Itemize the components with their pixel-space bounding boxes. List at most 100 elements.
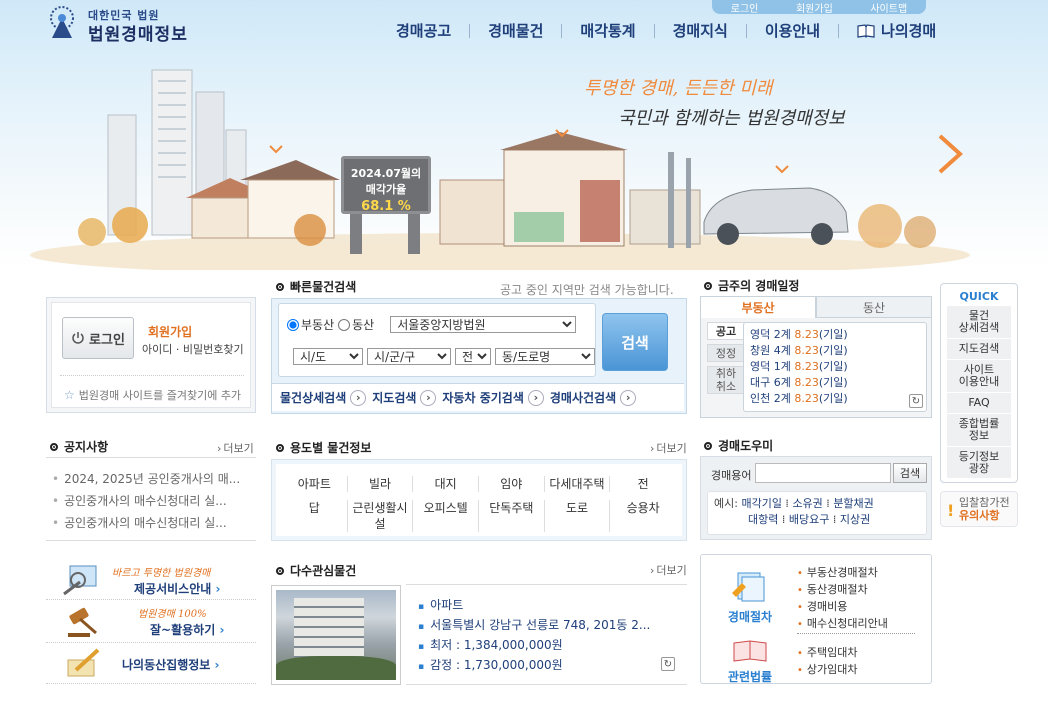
service-info-link[interactable]: 바르고 투명한 법원경매 제공서비스안내 [46,560,256,600]
quick-menu-item[interactable]: 물건 상세검색 [947,306,1011,339]
quick-menu-item[interactable]: 등기정보 광장 [947,447,1011,480]
vehicle-search-link[interactable]: 자동차 중기검색 › [442,389,544,406]
quick-menu-list: 물건 상세검색 지도검색 사이트 이용안내 FAQ 종합법률 정보 등기정보 광장 [947,306,1011,480]
tab-realestate[interactable]: 부동산 [700,296,816,318]
schedule-title-label: 금주의 경매일정 [718,279,800,293]
quick-search-button[interactable]: 검색 [602,313,668,371]
pencil-note-icon [67,648,100,677]
popular-item-address: 서울특별시 강남구 선릉로 748, 201동 2... [418,616,650,636]
map-search-link[interactable]: 지도검색 › [372,389,437,406]
sido-select[interactable]: 시/도 [293,348,363,365]
quick-search-links: 물건상세검색 › 지도검색 › 자동차 중기검색 › 경매사건검색 › [272,383,684,411]
schedule-item[interactable]: 창원 4계 8.23(기일) [750,343,920,359]
schedule-panel: 부동산 동산 공고 정정 취하 취소 영덕 2계 8.23(기일) 창원 4계 8… [700,296,932,418]
procedure-item[interactable]: 경매비용 [797,599,888,616]
vehicle-search-label: 자동차 중기검색 [442,391,524,405]
example-term[interactable]: 배당요구 [789,513,829,526]
dictionary-search-button[interactable]: 검색 [893,463,927,483]
use-type-item[interactable]: 단독주택 [479,500,545,532]
schedule-kind: (기일) [818,328,848,341]
notice-item[interactable]: 공인중개사의 매수신청대리 실... [52,512,252,534]
tab-movable[interactable]: 동산 [816,296,932,318]
add-favorite-link[interactable]: ☆ 법원경매 사이트를 즐겨찾기에 추가 [64,387,241,403]
quick-menu-item[interactable]: FAQ [947,393,1011,414]
example-term[interactable]: 소유권 [792,497,822,510]
procedure-item[interactable]: 동산경매절차 [797,582,888,599]
example-term[interactable]: 분할채권 [833,497,873,510]
notice-more-link[interactable]: 더보기 [217,440,253,456]
header-banner: 대한민국 법원 법원경매정보 로그인 회원가입 사이트맵 경매공고 경매물건 매… [0,0,1048,270]
side-tab-correction[interactable]: 정정 [707,344,745,362]
usage-guide-link[interactable]: 법원경매 100% 잘~활용하기 [46,603,256,643]
use-type-item[interactable]: 승용차 [610,500,676,532]
schedule-kind: (기일) [818,392,848,405]
detail-search-link[interactable]: 물건상세검색 › [280,389,367,406]
road-type-select[interactable]: 전 [455,348,491,365]
notice-item[interactable]: 2024, 2025년 공인중개사의 매... [52,468,252,490]
bid-caution-text: 입찰참가전 유의사항 [959,496,1010,522]
procedure-item[interactable]: 부동산경매절차 [797,565,888,582]
find-account-link[interactable]: 아이디 · 비밀번호찾기 [142,341,244,357]
schedule-court: 영덕 2계 [750,328,791,341]
use-type-inner: 아파트 빌라 대지 임야 다세대주택 전답 근린생활시설 오피스텔 단독주택 도로 승용차 [276,464,682,536]
popular-item-thumbnail[interactable] [271,585,401,685]
use-type-item[interactable]: 도로 [545,500,611,532]
quick-search-row-1: 부동산 동산 서울중앙지방법원 [287,316,577,333]
schedule-item[interactable]: 영덕 1계 8.23(기일) [750,359,920,375]
popular-item-info[interactable]: 아파트 서울특별시 강남구 선릉로 748, 201동 2... 최저 : 1,… [418,596,650,676]
use-type-item[interactable]: 임야 [479,476,545,492]
join-link[interactable]: 회원가입 [148,323,192,340]
banner-next-arrow-icon[interactable] [936,134,964,174]
court-select[interactable]: 서울중앙지방법원 [390,316,577,333]
schedule-kind: (기일) [818,376,848,389]
use-type-item[interactable]: 대지 [413,476,479,492]
example-term[interactable]: 매각기일 [741,497,781,510]
bid-caution-link[interactable]: ! 입찰참가전 유의사항 [940,491,1018,527]
dong-road-select[interactable]: 동/도로명 [495,348,595,365]
caution-line-1: 입찰참가전 [959,496,1010,509]
movable-radio-label: 동산 [352,318,375,332]
use-type-item[interactable]: 다세대주택 [545,476,611,492]
procedure-link[interactable]: 경매절차 [715,569,785,625]
use-type-item[interactable]: 빌라 [348,476,414,492]
examples-label: 예시: [714,497,738,510]
law-item[interactable]: 주택임대차 [797,645,858,662]
quick-menu-item[interactable]: 종합법률 정보 [947,414,1011,447]
use-type-item[interactable]: 답 [282,500,348,532]
case-search-link[interactable]: 경매사건검색 › [550,389,637,406]
movable-radio[interactable] [338,318,351,331]
quick-menu-item[interactable]: 지도검색 [947,339,1011,360]
use-type-item[interactable]: 근린생활시설 [348,500,414,532]
example-term[interactable]: 대항력 [748,513,778,526]
login-button-label: 로그인 [89,332,125,348]
dictionary-input[interactable] [755,463,891,483]
example-term[interactable]: 지상권 [840,513,870,526]
movable-execution-link[interactable]: 나의동산집행정보 [46,644,256,684]
monitor-icon [63,565,97,596]
popular-more-link[interactable]: 더보기 [650,562,686,578]
side-tab-notice[interactable]: 공고 [707,322,745,340]
realestate-radio[interactable] [287,318,299,331]
use-type-item[interactable]: 전 [610,476,676,492]
sale-rate-value: 68.1 % [361,199,411,214]
login-button[interactable]: 로그인 [62,317,134,359]
quick-search-form: 부동산 동산 서울중앙지방법원 시/도 시/군/구 전 동/도로명 [278,303,596,377]
use-type-item[interactable]: 오피스텔 [413,500,479,532]
procedure-list: 부동산경매절차 동산경매절차 경매비용 매수신청대리안내 [797,565,888,633]
refresh-icon[interactable]: ↻ [909,394,923,408]
schedule-item[interactable]: 인천 2계 8.23(기일) [750,391,920,407]
quick-menu-item[interactable]: 사이트 이용안내 [947,360,1011,393]
law-item[interactable]: 상가임대차 [797,662,858,679]
notice-item[interactable]: 공인중개사의 매수신청대리 실... [52,490,252,512]
law-link[interactable]: 관련법률 [715,639,785,685]
procedure-item[interactable]: 매수신청대리안내 [797,616,888,633]
refresh-icon[interactable]: ↻ [661,657,675,671]
schedule-item[interactable]: 대구 6계 8.23(기일) [750,375,920,391]
use-type-more-link[interactable]: 더보기 [650,440,686,456]
schedule-item[interactable]: 영덕 2계 8.23(기일) [750,327,920,343]
use-type-item[interactable]: 아파트 [282,476,348,492]
side-tab-withdraw[interactable]: 취하 취소 [707,366,745,394]
chevron-right-icon: › [620,389,637,406]
sigungu-select[interactable]: 시/군/구 [367,348,451,365]
star-icon: ☆ [64,388,75,402]
